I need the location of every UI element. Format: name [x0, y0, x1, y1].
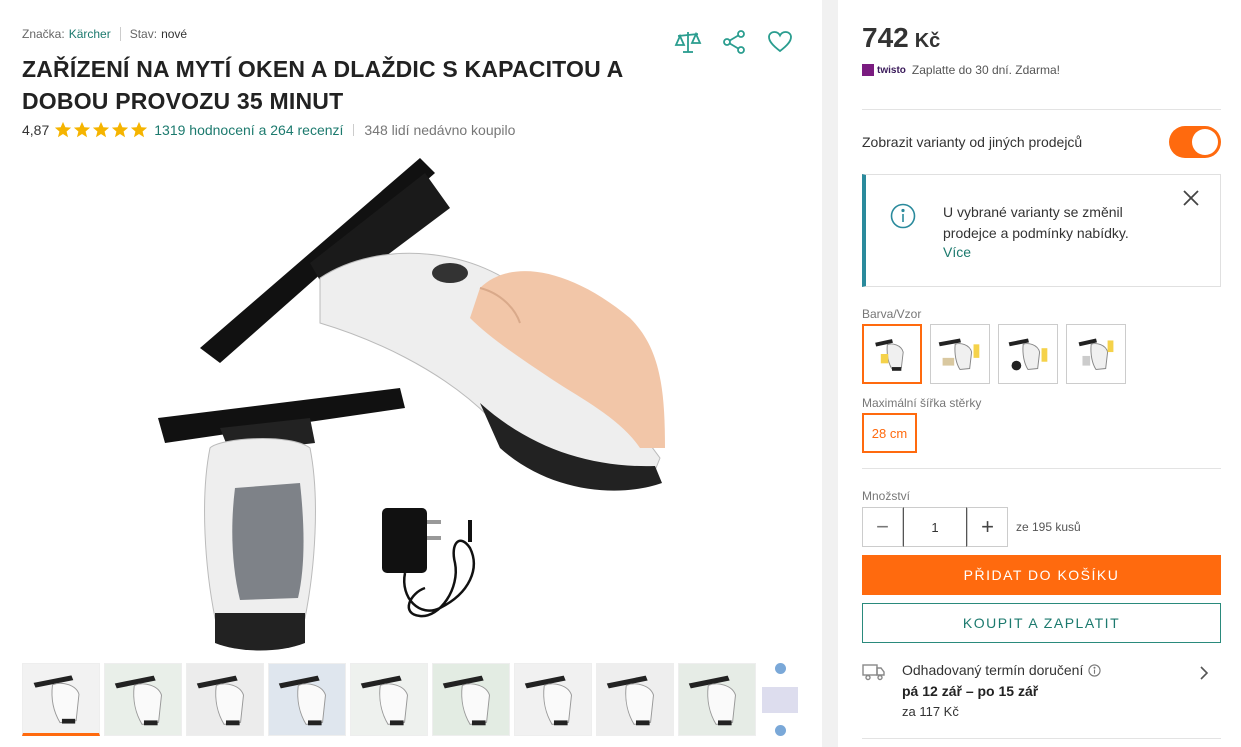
- delivery-dates: pá 12 zář – po 15 zář: [902, 683, 1039, 699]
- variant-options: [862, 324, 1126, 384]
- divider-line: [862, 109, 1221, 110]
- price-currency: Kč: [914, 30, 941, 52]
- thumbnail-1[interactable]: [22, 663, 100, 736]
- variant-option-2[interactable]: [930, 324, 990, 384]
- reviews-link[interactable]: 1319 hodnocení a 264 recenzí: [154, 122, 343, 138]
- stock-info: ze 195 kusů: [1016, 520, 1081, 534]
- twisto-promo: twisto Zaplatte do 30 dní. Zdarma!: [862, 63, 1060, 77]
- quantity-stepper: − 1 + ze 195 kusů: [862, 507, 1081, 547]
- price-amount: 742: [862, 22, 909, 53]
- price: 742 Kč: [862, 22, 940, 54]
- favorite-heart-icon[interactable]: [766, 28, 794, 56]
- delivery-price: za 117 Kč: [902, 704, 959, 719]
- notice-more-link[interactable]: Více: [943, 244, 971, 260]
- quantity-decrease-button[interactable]: −: [862, 507, 903, 547]
- product-actions: [674, 28, 794, 56]
- notice-text: U vybrané varianty se změnil prodejce a …: [943, 204, 1129, 241]
- info-icon[interactable]: [1088, 663, 1101, 677]
- meta-separator: [119, 27, 121, 41]
- thumbnail-7[interactable]: [514, 663, 592, 736]
- size-label: Maximální šířka stěrky: [862, 396, 982, 410]
- other-sellers-toggle-row: Zobrazit varianty od jiných prodejců: [862, 126, 1221, 158]
- condition-label: Stav:: [129, 27, 158, 41]
- variant-option-3[interactable]: [998, 324, 1058, 384]
- chevron-right-icon: [1200, 666, 1209, 680]
- truck-icon: [862, 664, 885, 681]
- thumbnail-2[interactable]: [104, 663, 182, 736]
- seller-change-notice: U vybrané varianty se změnil prodejce a …: [862, 174, 1221, 287]
- variant-label: Barva/Vzor: [862, 307, 922, 321]
- thumbnail-strip: [22, 663, 756, 736]
- variant-option-1[interactable]: [862, 324, 922, 384]
- twisto-logo-icon: [862, 64, 874, 76]
- brand-link[interactable]: Kärcher: [69, 27, 111, 41]
- panel-divider: [822, 0, 838, 747]
- star-icon: [93, 121, 110, 138]
- rating-separator: [353, 124, 355, 136]
- buy-now-button[interactable]: KOUPIT A ZAPLATIT: [862, 603, 1221, 643]
- quantity-increase-button[interactable]: +: [967, 507, 1008, 547]
- condition-value: nové: [161, 27, 188, 41]
- thumbnail-8[interactable]: [596, 663, 674, 736]
- rating-stars: [54, 121, 148, 139]
- thumbnail-4[interactable]: [268, 663, 346, 736]
- divider-line: [862, 468, 1221, 469]
- delivery-title-row: Odhadovaný termín doručení: [902, 662, 1101, 678]
- product-meta: Značka: Kärcher Stav: nové: [22, 27, 187, 41]
- thumbnail-nav: [760, 663, 800, 736]
- twisto-brand: twisto: [877, 64, 906, 76]
- thumbnail-more[interactable]: [762, 686, 798, 713]
- product-detail-panel: Značka: Kärcher Stav: nové ZAŘÍZENÍ NA M…: [0, 0, 822, 747]
- other-sellers-label: Zobrazit varianty od jiných prodejců: [862, 134, 1083, 150]
- thumbnail-3[interactable]: [186, 663, 264, 736]
- rating-row: 4,87 1319 hodnocení a 264 recenzí 348 li…: [22, 121, 515, 139]
- switch-knob: [1192, 129, 1218, 155]
- star-icon: [112, 121, 129, 138]
- divider-line: [862, 738, 1221, 739]
- star-icon: [131, 121, 148, 138]
- product-title: ZAŘÍZENÍ NA MYTÍ OKEN A DLAŽDIC S KAPACI…: [22, 56, 623, 114]
- add-to-cart-button[interactable]: PŘIDAT DO KOŠÍKU: [862, 555, 1221, 595]
- recently-bought: 348 lidí nedávno koupilo: [364, 122, 516, 138]
- size-option-28cm[interactable]: 28 cm: [862, 413, 917, 453]
- rating-score: 4,87: [22, 122, 50, 138]
- thumbnail-6[interactable]: [432, 663, 510, 736]
- purchase-panel: 742 Kč twisto Zaplatte do 30 dní. Zdarma!…: [838, 0, 1241, 747]
- product-main-image[interactable]: [150, 148, 670, 658]
- star-icon: [74, 121, 91, 138]
- thumbnail-prev-button[interactable]: [774, 663, 786, 674]
- brand-label: Značka:: [22, 27, 65, 41]
- twisto-text: Zaplatte do 30 dní. Zdarma!: [911, 63, 1060, 77]
- delivery-estimate[interactable]: Odhadovaný termín doručení pá 12 zář – p…: [862, 660, 1221, 726]
- compare-icon[interactable]: [674, 28, 702, 56]
- share-icon[interactable]: [720, 28, 748, 56]
- delivery-title: Odhadovaný termín doručení: [902, 662, 1084, 678]
- variant-option-4[interactable]: [1066, 324, 1126, 384]
- quantity-label: Množství: [862, 489, 911, 503]
- info-icon: [890, 203, 916, 229]
- thumbnail-5[interactable]: [350, 663, 428, 736]
- quantity-input[interactable]: 1: [903, 507, 967, 547]
- close-icon[interactable]: [1182, 189, 1200, 207]
- star-icon: [55, 121, 72, 138]
- thumbnail-9[interactable]: [678, 663, 756, 736]
- other-sellers-switch[interactable]: [1169, 126, 1221, 158]
- thumbnail-next-button[interactable]: [774, 725, 786, 736]
